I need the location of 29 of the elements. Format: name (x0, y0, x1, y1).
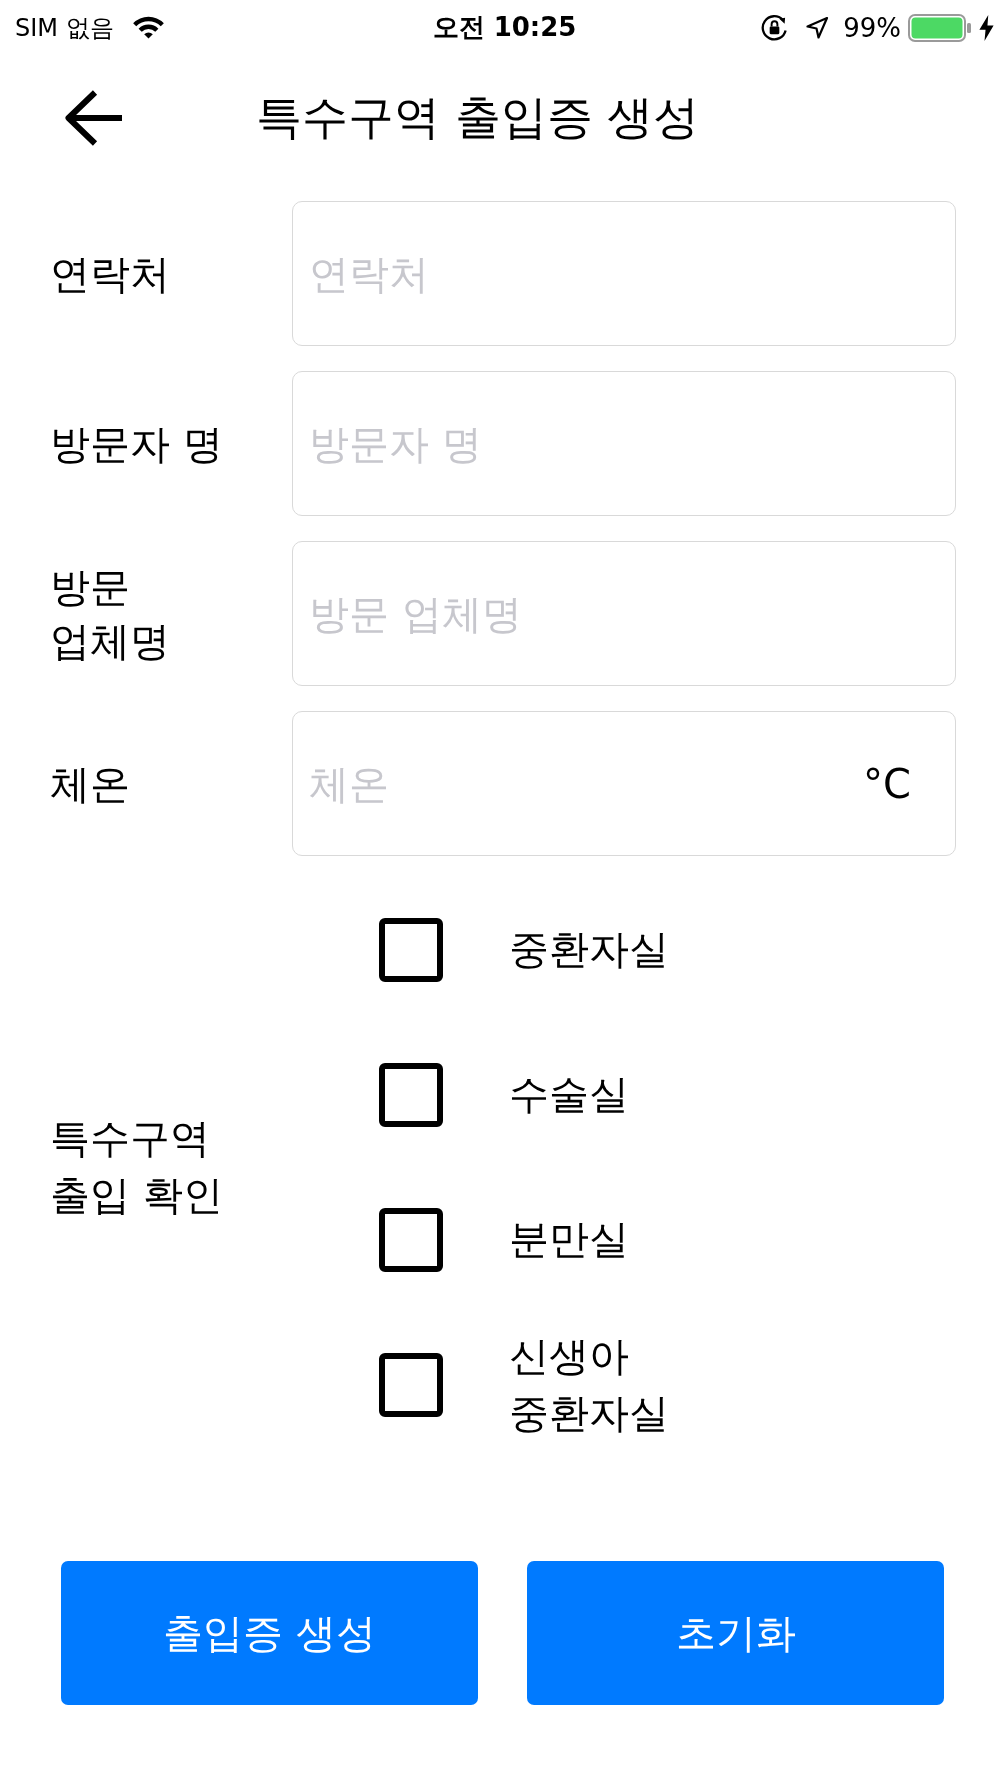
page-title: 특수구역 출입증 생성 (256, 88, 700, 146)
status-time: 오전 10:25 (432, 11, 577, 44)
battery-icon (908, 13, 971, 42)
input-field[interactable]: 방문자 명 (292, 371, 956, 516)
checkbox-label: 수술실 (509, 1070, 629, 1119)
location-icon (805, 15, 830, 40)
checkbox-label: 신생아 중환자실 (509, 1331, 669, 1438)
field-label: 연락처 (50, 249, 171, 299)
checkbox[interactable] (379, 1207, 443, 1272)
checkbox[interactable] (379, 1352, 443, 1417)
section-label: 특수구역 출입 확인 (50, 1114, 224, 1220)
checkbox[interactable] (379, 1062, 443, 1127)
unit-label: °C (863, 760, 911, 807)
generate-pass-button[interactable]: 출입증 생성 (61, 1561, 478, 1705)
battery-percent: 99% (843, 12, 901, 43)
checkbox-label: 중환자실 (509, 925, 669, 974)
carrier-label: SIM 없음 (15, 12, 114, 44)
charging-icon (979, 14, 994, 41)
reset-button[interactable]: 초기화 (527, 1561, 944, 1705)
checkbox[interactable] (379, 917, 443, 982)
field-label: 방문 업체명 (50, 562, 171, 666)
input-field[interactable]: 연락처 (292, 201, 956, 346)
rotation-lock-icon (761, 14, 789, 41)
wifi-icon (131, 16, 165, 39)
input-field[interactable]: 방문 업체명 (292, 541, 956, 686)
back-icon[interactable] (64, 88, 125, 147)
field-label: 방문자 명 (50, 419, 224, 469)
field-label: 체온 (50, 759, 131, 809)
checkbox-label: 분만실 (509, 1215, 629, 1264)
